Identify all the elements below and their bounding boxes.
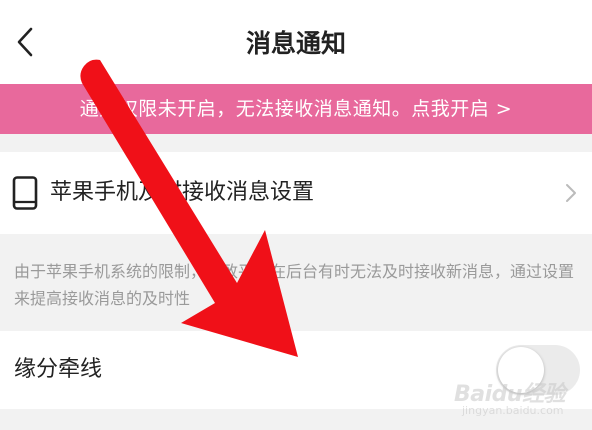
- ios-setting-label: 苹果手机及时接收消息设置: [50, 180, 315, 205]
- chevron-right-icon: [566, 184, 576, 202]
- ios-notification-setting-row[interactable]: 苹果手机及时接收消息设置: [0, 152, 592, 234]
- yuanfen-qianxian-label: 缘分牵线: [14, 357, 103, 382]
- baidu-jingyan-watermark: Baidu经验 jingyan.baidu.com: [448, 376, 588, 426]
- ios-setting-hint: 由于苹果手机系统的限制，导致平台在后台有时无法及时接收新消息，通过设置来提高接收…: [14, 262, 575, 308]
- phone-icon: [12, 176, 38, 210]
- page-title: 消息通知: [245, 29, 346, 58]
- header-bar: 消息通知: [0, 0, 592, 84]
- notification-permission-banner[interactable]: 通知权限未开启，无法接收消息通知。点我开启 >: [0, 84, 592, 134]
- watermark-sub-text: jingyan.baidu.com: [462, 404, 564, 417]
